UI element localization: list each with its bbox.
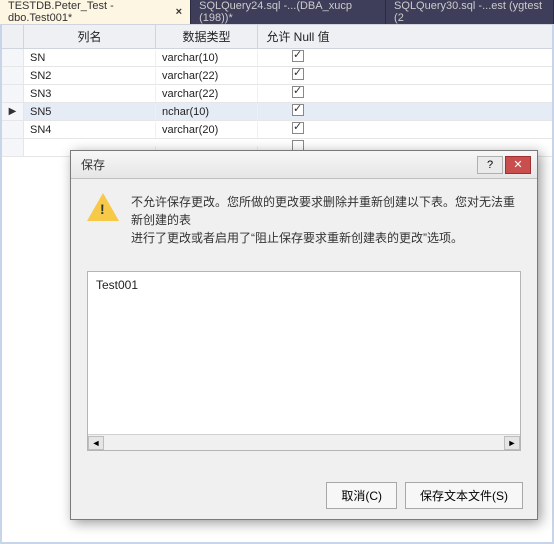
cell-column-name[interactable]: SN2 [24,68,156,84]
list-item[interactable]: Test001 [96,278,512,292]
save-text-file-button[interactable]: 保存文本文件(S) [405,482,523,509]
header-column-nulls[interactable]: 允许 Null 值 [258,25,338,48]
tab-2[interactable]: SQLQuery30.sql -...est (ygtest (2 [386,0,554,24]
cell-allow-nulls[interactable] [258,48,338,67]
cell-allow-nulls[interactable] [258,66,338,85]
help-button[interactable]: ? [477,156,503,174]
dialog-message-line1: 不允许保存更改。您所做的更改要求删除并重新创建以下表。您对无法重新创建的表 [131,193,521,229]
allow-nulls-checkbox[interactable] [292,68,304,80]
cell-allow-nulls[interactable] [258,120,338,139]
close-button[interactable]: ✕ [505,156,531,174]
scroll-left-button[interactable]: ◄ [88,436,104,450]
h-scrollbar[interactable]: ◄ ► [88,434,520,450]
cancel-button[interactable]: 取消(C) [326,482,397,509]
allow-nulls-checkbox[interactable] [292,104,304,116]
table-row[interactable]: SN3varchar(22) [2,85,552,103]
cell-data-type[interactable]: varchar(22) [156,68,258,84]
dialog-button-row: 取消(C) 保存文本文件(S) [326,482,523,509]
header-column-name[interactable]: 列名 [24,25,156,48]
row-gutter [2,25,24,48]
current-row-arrow-icon: ▶ [9,106,17,117]
grid-header-row: 列名 数据类型 允许 Null 值 [2,24,552,49]
column-grid: 列名 数据类型 允许 Null 值 SNvarchar(10)SN2varcha… [2,24,552,157]
cell-column-name[interactable]: SN [24,50,156,66]
dialog-body: 不允许保存更改。您所做的更改要求删除并重新创建以下表。您对无法重新创建的表 进行… [71,179,537,461]
row-gutter[interactable] [2,85,24,102]
dialog-titlebar[interactable]: 保存 ? ✕ [71,151,537,179]
allow-nulls-checkbox[interactable] [292,122,304,134]
header-column-type[interactable]: 数据类型 [156,25,258,48]
table-row[interactable]: SN2varchar(22) [2,67,552,85]
cell-data-type[interactable]: varchar(10) [156,50,258,66]
cell-allow-nulls[interactable] [258,102,338,121]
cell-data-type[interactable] [156,146,258,150]
tab-bar: TESTDB.Peter_Test - dbo.Test001* × SQLQuer… [0,0,554,24]
tab-label: SQLQuery24.sql -...(DBA_xucp (198))* [199,0,377,24]
row-gutter[interactable] [2,139,24,156]
cell-column-name[interactable]: SN3 [24,86,156,102]
dialog-message: 不允许保存更改。您所做的更改要求删除并重新创建以下表。您对无法重新创建的表 进行… [131,193,521,247]
table-row[interactable]: ▶ SN5nchar(10) [2,103,552,121]
table-row[interactable]: SN4varchar(20) [2,121,552,139]
save-dialog: 保存 ? ✕ 不允许保存更改。您所做的更改要求删除并重新创建以下表。您对无法重新… [70,150,538,520]
cell-column-name[interactable]: SN4 [24,122,156,138]
cell-data-type[interactable]: nchar(10) [156,104,258,120]
dialog-title-text: 保存 [81,156,475,173]
tab-label: TESTDB.Peter_Test - dbo.Test001* [8,0,170,24]
tab-label: SQLQuery30.sql -...est (ygtest (2 [394,0,545,24]
scroll-right-button[interactable]: ► [504,436,520,450]
row-gutter[interactable] [2,121,24,138]
cell-data-type[interactable]: varchar(22) [156,86,258,102]
tab-close-icon[interactable]: × [176,6,182,18]
tab-0[interactable]: TESTDB.Peter_Test - dbo.Test001* × [0,0,191,24]
row-gutter[interactable]: ▶ [2,103,24,120]
allow-nulls-checkbox[interactable] [292,50,304,62]
cell-column-name[interactable] [24,146,156,150]
allow-nulls-checkbox[interactable] [292,86,304,98]
cell-data-type[interactable]: varchar(20) [156,122,258,138]
row-gutter[interactable] [2,67,24,84]
affected-tables-list[interactable]: Test001 ◄ ► [87,271,521,451]
tab-1[interactable]: SQLQuery24.sql -...(DBA_xucp (198))* [191,0,386,24]
dialog-message-line2: 进行了更改或者启用了“阻止保存要求重新创建表的更改”选项。 [131,229,521,247]
table-row[interactable]: SNvarchar(10) [2,49,552,67]
warning-icon [87,193,119,225]
row-gutter[interactable] [2,49,24,66]
cell-allow-nulls[interactable] [258,84,338,103]
cell-column-name[interactable]: SN5 [24,104,156,120]
